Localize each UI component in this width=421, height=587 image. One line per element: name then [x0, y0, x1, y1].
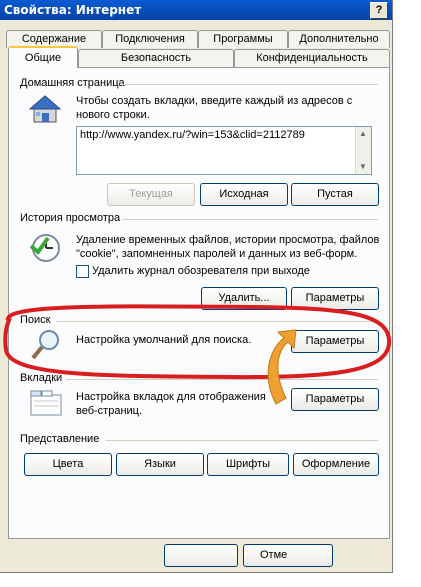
highlight-ellipse [3, 304, 392, 380]
annotation-overlay [3, 304, 392, 405]
tab-general[interactable]: Общие [8, 46, 78, 68]
pointer-arrow-icon [267, 329, 297, 405]
